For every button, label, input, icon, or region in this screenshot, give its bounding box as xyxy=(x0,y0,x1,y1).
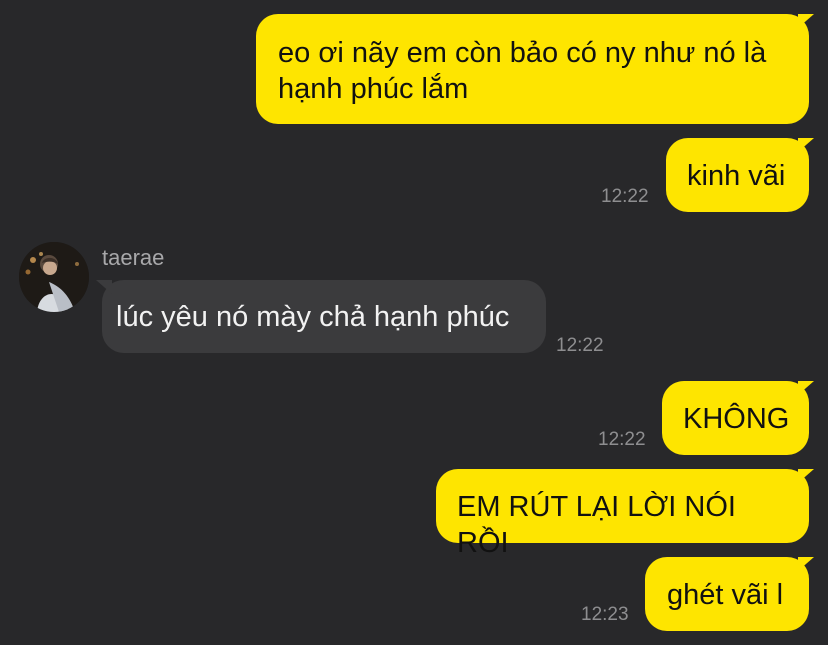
message-text: lúc yêu nó mày chả hạnh phúc xyxy=(116,301,510,333)
message-bubble-outgoing[interactable]: eo ơi nãy em còn bảo có ny như nó là hạn… xyxy=(256,14,809,124)
bubble-tail xyxy=(798,557,814,571)
chat-thread: eo ơi nãy em còn bảo có ny như nó là hạn… xyxy=(0,0,828,645)
message-bubble-outgoing[interactable]: ghét vãi l xyxy=(645,557,809,631)
bubble-tail xyxy=(96,280,112,294)
bubble-tail xyxy=(798,14,814,28)
message-timestamp: 12:22 xyxy=(601,186,649,207)
message-text: eo ơi nãy em còn bảo có ny như nó là hạn… xyxy=(278,37,767,105)
message-timestamp: 12:23 xyxy=(581,604,629,625)
message-text: ghét vãi l xyxy=(667,579,784,611)
message-text: kinh vãi xyxy=(687,160,786,192)
avatar[interactable] xyxy=(19,242,89,312)
bubble-tail xyxy=(798,138,814,152)
message-bubble-outgoing[interactable]: kinh vãi xyxy=(666,138,809,212)
bubble-tail xyxy=(798,381,814,395)
profile-photo-icon xyxy=(19,242,89,312)
message-bubble-outgoing[interactable]: EM RÚT LẠI LỜI NÓI RỒI xyxy=(436,469,809,559)
message-text: KHÔNG xyxy=(683,403,790,435)
bubble-tail xyxy=(798,469,814,483)
message-timestamp: 12:22 xyxy=(598,429,646,450)
message-text: EM RÚT LẠI LỜI NÓI RỒI xyxy=(457,491,736,559)
message-bubble-incoming[interactable]: lúc yêu nó mày chả hạnh phúc xyxy=(102,280,546,353)
message-bubble-outgoing[interactable]: KHÔNG xyxy=(662,381,809,455)
sender-name: taerae xyxy=(102,245,165,270)
message-timestamp: 12:22 xyxy=(556,335,604,356)
